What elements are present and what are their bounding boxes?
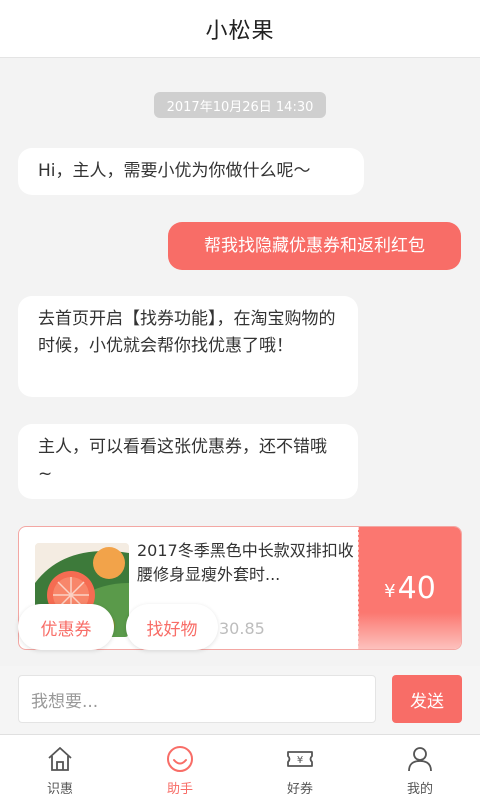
chat-timestamp: 2017年10月26日 14:30 — [154, 92, 326, 118]
bot-message: Hi，主人，需要小优为你做什么呢～ — [18, 148, 364, 195]
coupon-product-title: 2017冬季黑色中长款双排扣收腰修身显瘦外套时... — [137, 541, 354, 584]
quick-action-goods-button[interactable]: 找好物 — [126, 604, 218, 650]
tab-label: 识惠 — [46, 782, 73, 797]
bot-message: 主人，可以看看这张优惠券，还不错哦~ — [18, 424, 358, 499]
tab-label: 好券 — [286, 782, 313, 797]
tab-label: 助手 — [166, 782, 193, 797]
chat-input-bar: 我想要... 发送 — [0, 666, 480, 734]
tab-home[interactable]: 识惠 — [0, 735, 120, 800]
bottom-tab-bar: 识惠 助手 ¥ 好券 我的 — [0, 734, 480, 800]
tab-assistant[interactable]: 助手 — [120, 735, 240, 800]
home-icon — [48, 747, 72, 771]
page-title: 小松果 — [205, 18, 275, 44]
user-icon — [408, 747, 432, 772]
user-message: 帮我找隐藏优惠券和返利红包 — [168, 222, 461, 270]
app-header: 小松果 — [0, 0, 480, 58]
coupon-amount: 40 — [397, 570, 436, 606]
message-input[interactable]: 我想要... — [18, 675, 376, 723]
coupon-value[interactable]: ¥ 40 — [358, 527, 461, 649]
smile-icon — [167, 746, 193, 772]
tab-label: 我的 — [406, 782, 433, 797]
svg-text:¥: ¥ — [297, 755, 303, 766]
currency-symbol: ¥ — [384, 580, 396, 602]
ticket-icon: ¥ — [287, 751, 313, 767]
tab-coupons[interactable]: ¥ 好券 — [240, 735, 360, 800]
coupon-product-price: 30.85 — [219, 619, 265, 638]
quick-action-coupon-button[interactable]: 优惠券 — [18, 604, 114, 650]
bot-message: 去首页开启【找券功能】，在淘宝购物的时候，小优就会帮你找优惠了哦！ — [18, 296, 358, 397]
send-button[interactable]: 发送 — [392, 675, 462, 723]
tab-profile[interactable]: 我的 — [360, 735, 480, 800]
